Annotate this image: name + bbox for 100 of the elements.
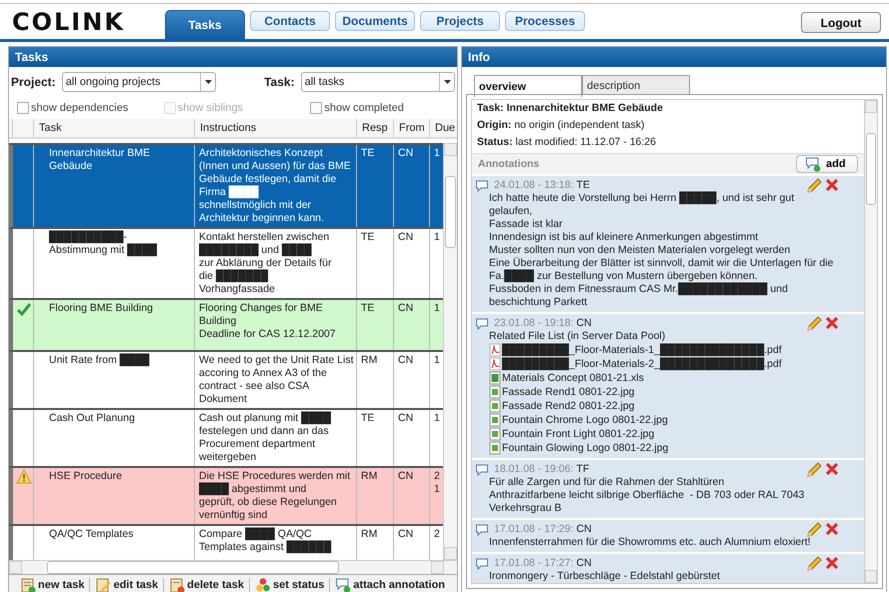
speech-bubble-icon: [475, 316, 489, 330]
dropdown[interactable]: all ongoing projects: [62, 72, 216, 92]
dropdown-arrow-icon: [444, 80, 450, 84]
speech-bubble-icon: [475, 522, 489, 536]
table-cell: TE: [356, 229, 393, 298]
column-header[interactable]: Task: [33, 119, 194, 137]
tab[interactable]: description: [582, 75, 690, 95]
speech-bubble-plus-icon: [805, 156, 822, 172]
logo: COLINK: [12, 8, 126, 36]
table-cell: CN: [393, 352, 429, 408]
pdf-file-icon: [489, 343, 501, 357]
section-title: Annotations: [478, 158, 540, 170]
nav-tab[interactable]: Projects: [420, 11, 500, 31]
column-header[interactable]: Resp: [356, 119, 393, 137]
column-header[interactable]: Instructions: [194, 119, 356, 137]
clipboard-plus-icon: [20, 576, 37, 592]
warning-icon: [16, 469, 32, 485]
clipboard-minus-icon: [169, 576, 186, 592]
table-cell: CN: [393, 229, 429, 298]
image-file-icon: [489, 413, 501, 427]
speech-bubble-icon: [475, 178, 489, 192]
table-cell: RM: [356, 352, 393, 408]
table-cell: TE: [356, 300, 393, 350]
horizontal-scrollbar[interactable]: [9, 560, 457, 574]
logout-button[interactable]: Logout: [801, 12, 881, 33]
annotation-date: 17.01.08 - 17:27:: [494, 557, 574, 569]
table-row[interactable]: ██████████- Abstimmung mit ████ Kontakt herstellen zwischen ████████ und ████ zur Abklärung der Details für die ███████ Vorhangfassade TE CN 1: [9, 229, 443, 300]
checkbox-label: show dependencies: [31, 102, 128, 114]
table-row[interactable]: Cash Out Planung Cash out planung mit ████ festelegen und dann an das Procurement department weitergeben TE CN 1: [9, 410, 443, 468]
file-link[interactable]: Materials Concept 0801-21.xls: [502, 371, 644, 385]
table-cell: Unit Rate from ████: [33, 352, 194, 408]
nav-tab[interactable]: Documents: [335, 11, 415, 31]
column-header[interactable]: From: [393, 119, 429, 137]
toolbar-button[interactable]: edit task: [92, 576, 162, 592]
table-cell: Cash Out Planung: [33, 410, 194, 466]
vertical-scrollbar[interactable]: [443, 143, 457, 560]
table-cell: Innenarchitektur BME Gebäude: [33, 145, 194, 227]
file-link[interactable]: █████████_Floor-Materials-2_██████████████.pdf: [502, 357, 782, 371]
tab[interactable]: overview: [474, 75, 582, 97]
dropdown[interactable]: all tasks: [300, 72, 455, 92]
checkbox[interactable]: [17, 102, 29, 114]
check-icon: [16, 301, 32, 317]
delete-button[interactable]: [824, 314, 840, 332]
annotation-text: Ironmongery - Türbeschläge - Edelstahl gebürstet: [488, 570, 721, 583]
nav-tab[interactable]: Processes: [505, 11, 585, 31]
panel-title: Info: [462, 47, 886, 67]
table-row[interactable]: HSE Procedure Die HSE Procedures werden mit ████ abgestimmt und geprüft, ob diese Regelungen vernünftig sind RM CN 21: [9, 468, 443, 526]
add-button[interactable]: add: [796, 155, 858, 173]
checkbox-label: show siblings: [178, 102, 244, 114]
speech-bubble-plus-icon: [335, 576, 352, 592]
file-link[interactable]: Fassade Rend2 0801-22.jpg: [502, 399, 635, 413]
file-link[interactable]: Fountain Glowing Logo 0801-22.jpg: [502, 441, 668, 455]
toolbar-button[interactable]: set status: [252, 576, 328, 592]
panel-title: Tasks: [9, 47, 457, 67]
table-row[interactable]: Flooring BME Building Flooring Changes for BME Building Deadline for CAS 12.12.2007 TE CN 1: [9, 300, 443, 352]
nav-tab[interactable]: Contacts: [250, 11, 330, 31]
file-link[interactable]: Fassade Rend1 0801-22.jpg: [502, 385, 635, 399]
checkbox[interactable]: [310, 102, 322, 114]
table-cell: Die HSE Procedures werden mit ████ abgestimmt und geprüft, ob diese Regelungen vernünftig sind: [194, 468, 356, 524]
spreadsheet-file-icon: [489, 371, 501, 385]
delete-button[interactable]: [824, 520, 840, 538]
annotation-author: TE: [576, 179, 590, 191]
delete-button[interactable]: [824, 176, 840, 194]
edit-button[interactable]: [805, 520, 822, 538]
toolbar-button[interactable]: delete task: [166, 576, 247, 592]
image-file-icon: [489, 441, 501, 455]
toolbar-button[interactable]: new task: [17, 576, 88, 592]
speech-bubble-icon: [475, 556, 489, 570]
annotation-date: 18.01.08 - 19:06:: [494, 463, 574, 475]
delete-button[interactable]: [824, 460, 840, 478]
edit-button[interactable]: [805, 460, 822, 478]
annotation-date: 17.01.08 - 17:29:: [494, 523, 574, 535]
edit-button[interactable]: [805, 554, 822, 572]
filter-label: Task:: [264, 75, 295, 89]
file-link[interactable]: █████████_Floor-Materials-1_██████████████.pdf: [502, 343, 782, 357]
toolbar-button[interactable]: attach annotation: [332, 576, 448, 592]
annotation-text: Ich hatte heute die Vorstellung bei Herrn █████, und ist sehr gut gelaufen, Fassade ist klar Innendesign ist bis auf kleinere Anmerkungen abgestimmt Muster sollten nun von den Meisten Materialen vorgelegt werden Eine Überarbeitung der Blätter ist sinnvoll, damit wir die Unterlagen für die Fa.████ zur Bestellung von Mustern übergeben können. Fussboden in dem Fitnessraum CAS Mr.████████████ und beschichtung Parkett: [488, 192, 834, 309]
close-icon: [824, 554, 840, 570]
file-link[interactable]: Fountain Chrome Logo 0801-22.jpg: [502, 413, 668, 427]
pencil-icon: [805, 460, 822, 478]
table-row[interactable]: Innenarchitektur BME Gebäude Architektonisches Konzept (Innen und Aussen) für das BME Gebäude festlegen, damit die Firma ████ schnellstmöglich mit der Architektur beginnen kann. TE CN 1: [9, 145, 443, 229]
table-cell: Flooring BME Building: [33, 300, 194, 350]
dropdown-arrow-icon: [204, 80, 212, 84]
info-field: Status: last modified: 11.12.07 - 16:26: [472, 134, 864, 151]
file-link[interactable]: Fountain Front Light 0801-22.jpg: [502, 427, 654, 441]
vertical-scrollbar[interactable]: [864, 100, 877, 583]
image-file-icon: [489, 399, 501, 413]
edit-button[interactable]: [805, 314, 822, 332]
annotation-author: TF: [576, 463, 590, 475]
clipboard-pencil-icon: [95, 576, 112, 592]
pencil-icon: [805, 520, 822, 538]
nav-tab[interactable]: Tasks: [165, 10, 245, 39]
colored-dots-icon: [254, 576, 272, 592]
table-cell: Architektonisches Konzept (Innen und Aussen) für das BME Gebäude festlegen, damit die Firma ████ schnellstmöglich mit der Architektur beginnen kann.: [194, 145, 356, 227]
pencil-icon: [805, 314, 822, 332]
column-header[interactable]: Due: [429, 119, 456, 137]
edit-button[interactable]: [805, 176, 822, 194]
table-row[interactable]: Unit Rate from ████ We need to get the Unit Rate List accoring to Annex A3 of the contract - see also CSA Dokument RM CN 1: [9, 352, 443, 410]
delete-button[interactable]: [824, 554, 840, 572]
annotation-text: Innenfensterrahmen für die Showromms etc. auch Alumnium eloxiert!: [488, 536, 812, 549]
